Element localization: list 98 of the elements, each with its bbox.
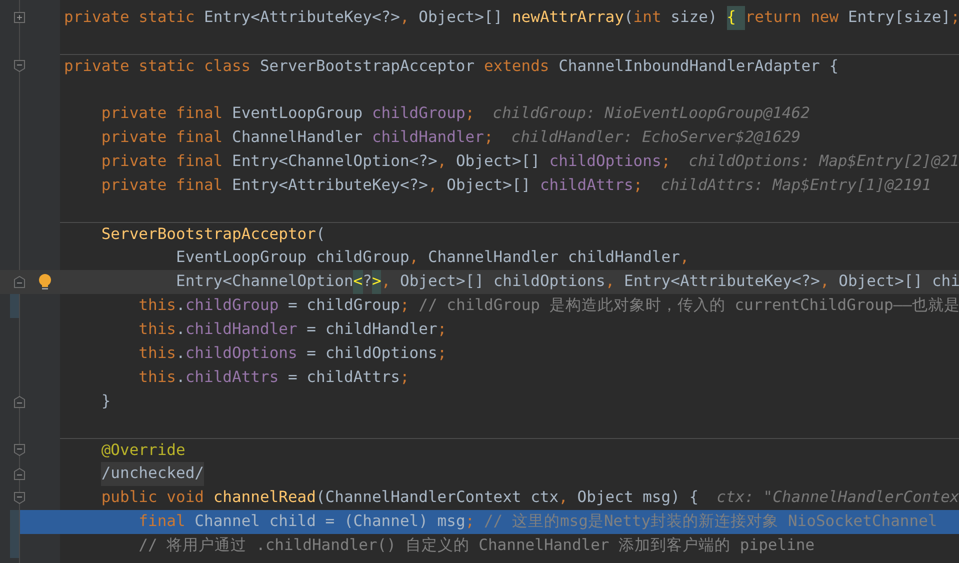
code-text: // childGroup 是构造此对象时，传入的 currentChildGroup——也就是 [418,295,959,316]
code-text: EventLoopGroup childGroup [176,247,410,268]
code-text: private final [101,127,224,148]
code-text: this [138,295,176,316]
code-text: EventLoopGroup [232,103,364,124]
fold-end-icon[interactable] [14,468,25,480]
code-text: // 将用户通过 .childHandler() 自定义的 ChannelHandler 添加到客户端的 pipeline [138,535,815,556]
code-text: ChannelHandler [232,127,364,148]
code-text: // 这里的msg是Netty封装的新连接对象 NioSocketChannel [484,511,938,532]
code-text: } [101,391,111,412]
code-text: , [680,247,690,268]
code-text: ( [624,7,634,28]
fold-end-icon[interactable] [14,396,25,408]
collapse-icon[interactable] [14,492,25,504]
code-text: final [138,511,186,532]
code-text: private final [101,175,224,196]
code-text: , [437,151,448,172]
code-text: , [428,175,438,196]
code-text: Entry<AttributeKey<?> [204,7,400,28]
lightbulb-icon[interactable] [38,273,52,291]
code-text: childOptions [185,343,298,364]
code-text: ; [950,7,959,28]
code-text: ServerBootstrapAcceptor [101,224,316,245]
expand-icon[interactable] [14,12,25,23]
code-text: ? [362,271,372,292]
code-text: ChannelInboundHandlerAdapter { [558,56,839,77]
code-text: . [176,319,186,340]
code-text: childGroup: NioEventLoopGroup@1462 [492,103,810,124]
code-text: this [138,319,176,340]
code-text: { [726,6,746,30]
code-text: Channel child = (Channel) msg [194,511,466,532]
collapse-icon[interactable] [14,444,25,456]
code-text: Entry<ChannelOption [176,271,354,292]
code-text: ( [316,224,326,245]
code-text: Object msg) { [577,487,699,508]
code-text: , [820,271,830,292]
code-text: ; [633,175,643,196]
code-text: > [372,270,382,294]
code-text: , [605,271,616,292]
code-text: . [176,343,186,364]
code-text: . [176,295,186,316]
code-text: childHandler [185,319,298,340]
code-text: childGroup [185,295,279,316]
collapse-icon[interactable] [14,60,25,72]
code-text: Object>[] [456,151,541,172]
code-text: childAttrs: Map$Entry[1]@2191 [660,175,932,196]
code-text: = childHandler [306,319,438,340]
code-text: Entry<AttributeKey<?> [232,175,428,196]
code-text: childAttrs [185,367,279,388]
code-text: , [558,487,569,508]
code-text: , [409,247,420,268]
code-text: Object>[] childOptions [400,271,606,292]
code-text: public void [101,487,205,508]
code-text: this [138,367,176,388]
code-text: private final [101,103,224,124]
code-text: Object>[] chi [838,271,959,292]
code-text: int [633,7,662,28]
code-text: Object>[] [418,7,504,28]
code-text: ; [400,295,410,316]
code-text: , [400,7,410,28]
code-text: Object>[] [446,175,532,196]
code-text: newAttrArray [512,7,624,28]
code-text: = childAttrs [288,367,400,388]
code-text: ; [437,319,447,340]
code-text: ; [465,511,475,532]
code-text: /unchecked/ [101,462,204,486]
code-text: Entry<ChannelOption<?> [232,151,438,172]
code-text: childHandler [372,127,484,148]
code-text: . [176,367,186,388]
code-text: extends [484,56,550,77]
code-text: childHandler: EchoServer$2@1629 [511,127,801,148]
code-text: private static class [64,56,252,77]
code-text: ; [661,151,671,172]
code-text: Entry[size] [848,7,951,28]
code-text: ServerBootstrapAcceptor [260,56,476,77]
code-text: return new [745,7,840,28]
code-text: childGroup [372,103,466,124]
code-text: (ChannelHandlerContext ctx [316,487,559,508]
code-text: = childOptions [306,343,438,364]
code-text: ; [437,343,447,364]
code-text: @Override [101,440,186,461]
code-text: Entry<AttributeKey<?> [624,271,820,292]
code-text: private static [64,7,196,28]
code-text: childAttrs [540,175,634,196]
code-text: = childGroup [288,295,400,316]
code-text: channelRead [213,487,316,508]
code-text: ; [484,127,494,148]
code-text: childOptions: Map$Entry[2]@21 [688,151,959,172]
code-text: ctx: "ChannelHandlerContex [716,487,959,508]
code-text: , [381,271,392,292]
code-text: ; [400,367,410,388]
code-text: this [138,343,176,364]
code-text: childOptions [549,151,662,172]
code-text: private final [101,151,224,172]
code-text: < [353,270,363,294]
code-text: size) [670,7,718,28]
code-text: ; [465,103,475,124]
code-text: ChannelHandler childHandler [428,247,680,268]
